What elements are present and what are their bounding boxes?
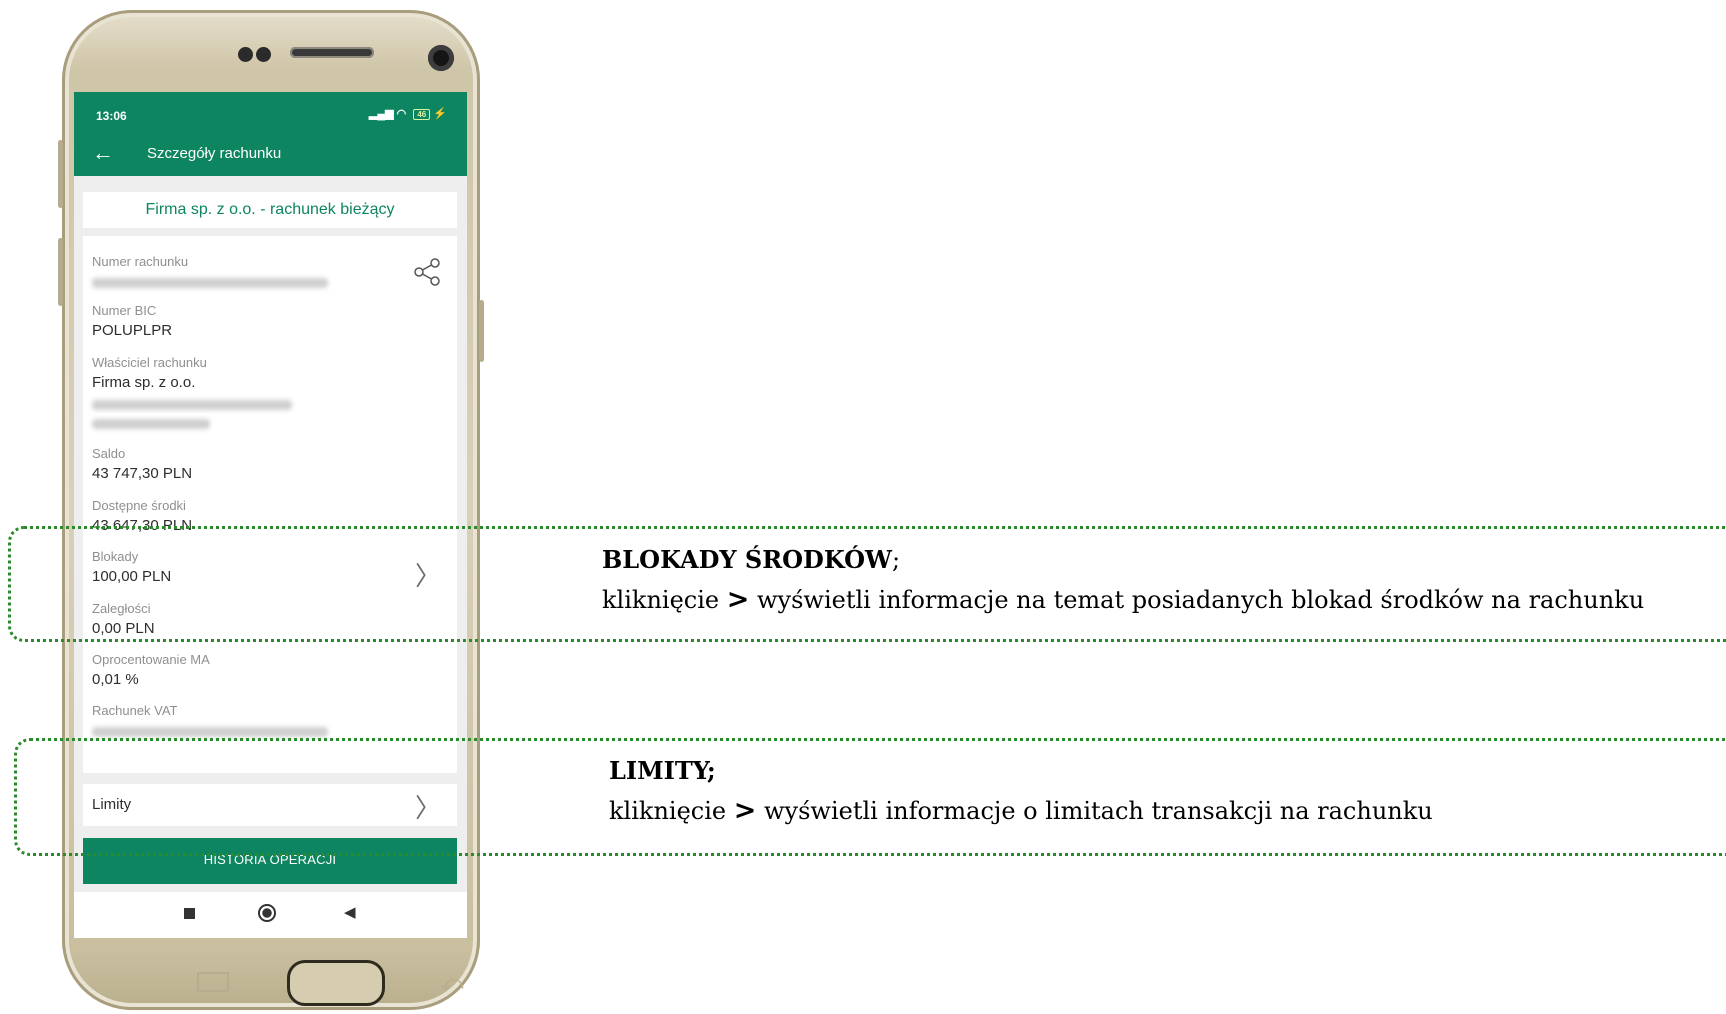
- field-value: Firma sp. z o.o.: [92, 374, 196, 391]
- field-label: Rachunek VAT: [92, 703, 178, 718]
- field-owner: Właściciel rachunku Firma sp. z o.o.: [92, 355, 292, 429]
- field-label: Saldo: [92, 446, 126, 461]
- field-value: 43 747,30 PLN: [92, 465, 193, 482]
- back-arrow-icon[interactable]: ←: [92, 140, 114, 166]
- chevron-symbol: >: [733, 795, 757, 826]
- home-icon[interactable]: [258, 904, 276, 922]
- field-label: Oprocentowanie MA: [92, 652, 210, 667]
- home-button: [287, 960, 385, 1006]
- blurred-vat-number: [92, 727, 328, 737]
- field-label: Numer rachunku: [92, 254, 189, 269]
- blocks-annotation-text: kliknięcie > wyświetli informacje na tem…: [602, 584, 1645, 615]
- field-value: POLUPLPR: [92, 322, 173, 339]
- back-key: ⤺: [440, 970, 464, 995]
- field-vat-account: Rachunek VAT: [92, 703, 328, 737]
- limits-annotation: LIMITY; kliknięcie > wyświetli informacj…: [609, 756, 1433, 826]
- blurred-account-number: [92, 278, 328, 288]
- signal-icon: ▂▄▆: [368, 108, 394, 120]
- status-bar: 13:06 ▂▄▆ ◠ 46 ⚡: [74, 92, 467, 132]
- page-title: Szczegóły rachunku: [147, 145, 282, 162]
- earpiece-speaker: [290, 47, 374, 58]
- blocks-annotation: BLOKADY ŚRODKÓW; kliknięcie > wyświetli …: [602, 545, 1644, 615]
- limits-annotation-heading: LIMITY;: [609, 756, 716, 785]
- power-button: [479, 300, 484, 362]
- charging-icon: ⚡: [433, 108, 447, 120]
- field-label: Dostępne środki: [92, 498, 186, 513]
- volume-button: [58, 140, 63, 208]
- status-icons: ▂▄▆ ◠ 46 ⚡: [369, 107, 447, 120]
- share-icon[interactable]: [413, 258, 441, 291]
- recent-apps-key: [197, 972, 229, 992]
- field-balance: Saldo 43 747,30 PLN: [92, 446, 192, 482]
- status-time: 13:06: [96, 109, 127, 123]
- blocks-annotation-heading: BLOKADY ŚRODKÓW;: [602, 545, 901, 574]
- front-camera: [428, 45, 454, 71]
- battery-icon: 46: [413, 109, 431, 120]
- account-name: Firma sp. z o.o. - rachunek bieżący: [83, 192, 457, 228]
- blurred-address-line: [92, 419, 210, 429]
- recents-icon[interactable]: [184, 908, 195, 919]
- account-details-card: Numer rachunku Numer BIC POLUPLPR Właści…: [83, 236, 457, 773]
- field-value: 0,01 %: [92, 671, 139, 688]
- field-bic: Numer BIC POLUPLPR: [92, 303, 172, 339]
- field-account-number: Numer rachunku: [92, 254, 328, 288]
- android-nav-bar: ◀: [74, 892, 467, 938]
- field-label: Numer BIC: [92, 303, 157, 318]
- chevron-symbol: >: [726, 584, 750, 615]
- blurred-address-line: [92, 400, 292, 410]
- volume-button-2: [58, 238, 63, 306]
- field-interest-rate: Oprocentowanie MA 0,01 %: [92, 652, 210, 688]
- sensors: [238, 47, 274, 67]
- back-triangle-icon[interactable]: ◀: [344, 903, 356, 921]
- wifi-icon: ◠: [396, 108, 407, 120]
- field-label: Właściciel rachunku: [92, 355, 207, 370]
- app-bar: ← Szczegóły rachunku: [74, 132, 467, 176]
- limits-annotation-text: kliknięcie > wyświetli informacje o limi…: [609, 795, 1433, 826]
